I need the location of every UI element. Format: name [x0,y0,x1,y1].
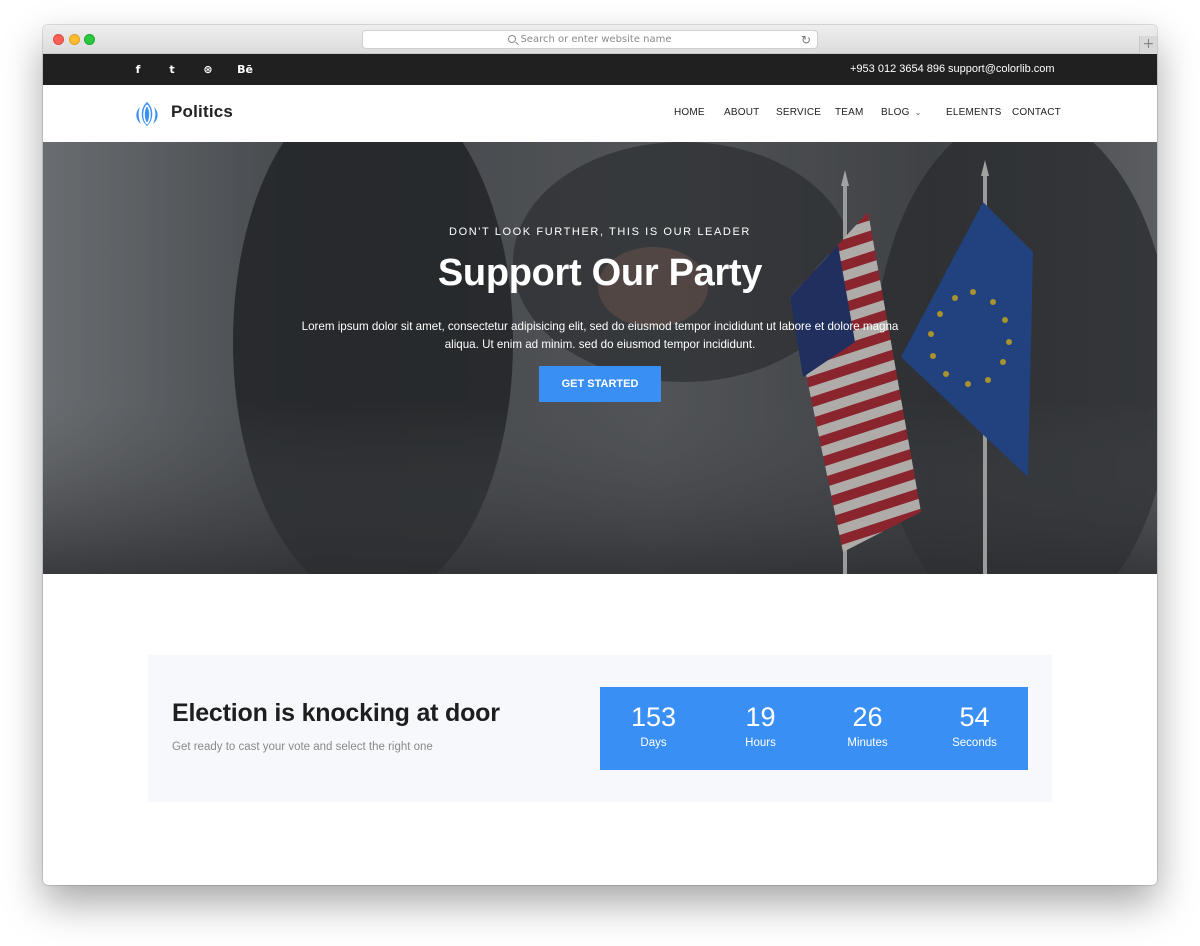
timer-seconds-label: Seconds [952,737,997,749]
minimize-window-button[interactable] [69,34,80,45]
election-countdown-section: Election is knocking at door Get ready t… [148,655,1052,802]
hero-background-image [43,142,1157,574]
browser-titlebar: Search or enter website name ↻ + [43,25,1157,54]
nav-service[interactable]: SERVICE [776,107,821,118]
timer-days-value: 153 [630,702,677,732]
logo-icon[interactable] [134,101,160,127]
get-started-button[interactable]: GET STARTED [539,366,661,402]
nav-about[interactable]: ABOUT [724,107,759,118]
hero-title: Support Our Party [437,252,763,294]
dribbble-icon[interactable]: ⊛ [200,54,216,85]
nav-team[interactable]: TEAM [835,107,864,118]
new-tab-button[interactable]: + [1139,36,1157,54]
nav-blog-label: BLOG [881,107,910,118]
nav-home[interactable]: HOME [674,107,705,118]
behance-icon[interactable]: Bē [235,54,255,85]
search-icon [508,35,517,43]
address-bar-placeholder: Search or enter website name [520,34,672,45]
browser-window: Search or enter website name ↻ + f t ⊛ B… [43,25,1157,885]
top-info-bar: f t ⊛ Bē +953 012 3654 896 support@color… [43,54,1157,85]
timer-minutes: 26 Minutes [814,687,921,770]
countdown-timer: 153 Days 19 Hours 26 Minutes 54 Seconds [600,687,1028,770]
timer-seconds: 54 Seconds [921,687,1028,770]
countdown-subtitle: Get ready to cast your vote and select t… [172,741,433,753]
chevron-down-icon: ⌄ [914,108,922,117]
reload-icon[interactable]: ↻ [801,32,811,49]
timer-hours-label: Hours [745,737,776,749]
email-address[interactable]: support@colorlib.com [948,54,1055,85]
timer-hours-value: 19 [745,702,776,732]
close-window-button[interactable] [53,34,64,45]
maximize-window-button[interactable] [84,34,95,45]
twitter-icon[interactable]: t [164,54,180,85]
hero-description: Lorem ipsum dolor sit amet, consectetur … [301,320,899,351]
address-bar[interactable]: Search or enter website name ↻ [362,30,818,49]
hero-eyebrow: DON'T LOOK FURTHER, THIS IS OUR LEADER [449,226,751,238]
timer-days-label: Days [640,737,667,749]
main-navbar: Politics HOME ABOUT SERVICE TEAM BLOG ⌄ E… [43,85,1157,142]
nav-elements[interactable]: ELEMENTS [946,107,1002,118]
hero-banner: DON'T LOOK FURTHER, THIS IS OUR LEADER S… [43,142,1157,574]
countdown-title: Election is knocking at door [172,699,500,727]
facebook-icon[interactable]: f [130,54,146,85]
logo-text[interactable]: Politics [171,102,233,122]
nav-blog[interactable]: BLOG ⌄ [881,107,922,118]
timer-hours: 19 Hours [707,687,814,770]
timer-seconds-value: 54 [959,702,990,732]
timer-minutes-value: 26 [852,702,883,732]
timer-days: 153 Days [600,687,707,770]
nav-contact[interactable]: CONTACT [1012,107,1061,118]
timer-minutes-label: Minutes [847,737,888,749]
phone-number[interactable]: +953 012 3654 896 [850,54,945,85]
